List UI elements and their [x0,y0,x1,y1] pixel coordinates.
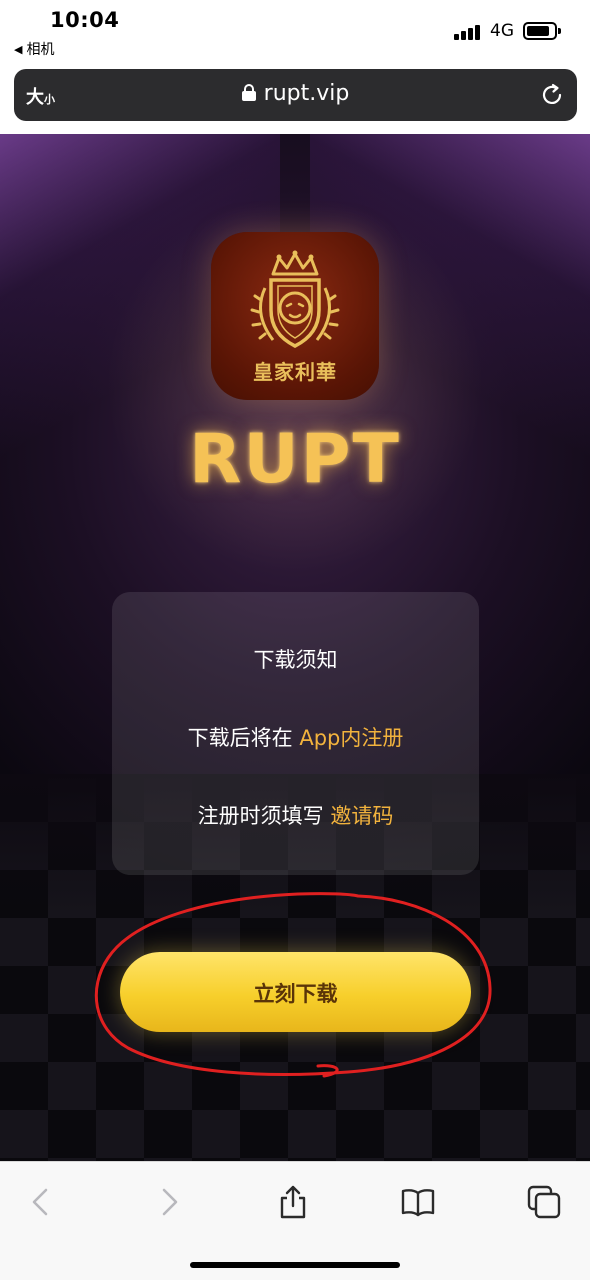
status-time: 10:04 [50,8,120,32]
brand-title: RUPT [189,420,401,499]
share-icon[interactable] [275,1184,311,1220]
home-indicator [190,1262,400,1268]
web-page: 皇家利華 RUPT 下载须知 下载后将在 App内注册 注册时须填写 邀请码 立… [0,134,590,1161]
download-notice-card: 下载须知 下载后将在 App内注册 注册时须填写 邀请码 [112,592,479,875]
url-text: rupt.vip [263,81,350,106]
url-display[interactable]: rupt.vip [14,81,577,106]
address-bar[interactable]: 大小 rupt.vip [14,69,577,121]
app-logo: 皇家利華 [211,232,379,400]
back-icon[interactable] [24,1184,60,1220]
download-button-label: 立刻下载 [253,982,338,1006]
highlight-invite-code: 邀请码 [330,804,394,828]
lock-icon [241,84,256,101]
back-triangle-icon: ◀ [14,42,23,56]
bookmarks-icon[interactable] [400,1184,436,1220]
highlight-app-register: App内注册 [299,726,404,750]
forward-icon[interactable] [150,1184,186,1220]
back-to-app-link[interactable]: ◀ 相机 [14,39,54,59]
notice-line-invite: 注册时须填写 邀请码 [197,804,394,828]
back-app-label: 相机 [26,42,55,58]
reload-icon[interactable] [539,82,565,108]
network-type: 4G [490,21,514,41]
lion-crest-icon [250,250,340,348]
notice-line-register: 下载后将在 App内注册 [187,726,404,750]
download-now-button[interactable]: 立刻下载 [120,952,471,1032]
logo-text: 皇家利華 [253,360,337,384]
notice-title: 下载须知 [253,648,338,672]
signal-icon [454,24,482,40]
status-bar: 10:04 ◀ 相机 4G [0,0,590,62]
tabs-icon[interactable] [526,1184,562,1220]
battery-icon [523,22,561,40]
